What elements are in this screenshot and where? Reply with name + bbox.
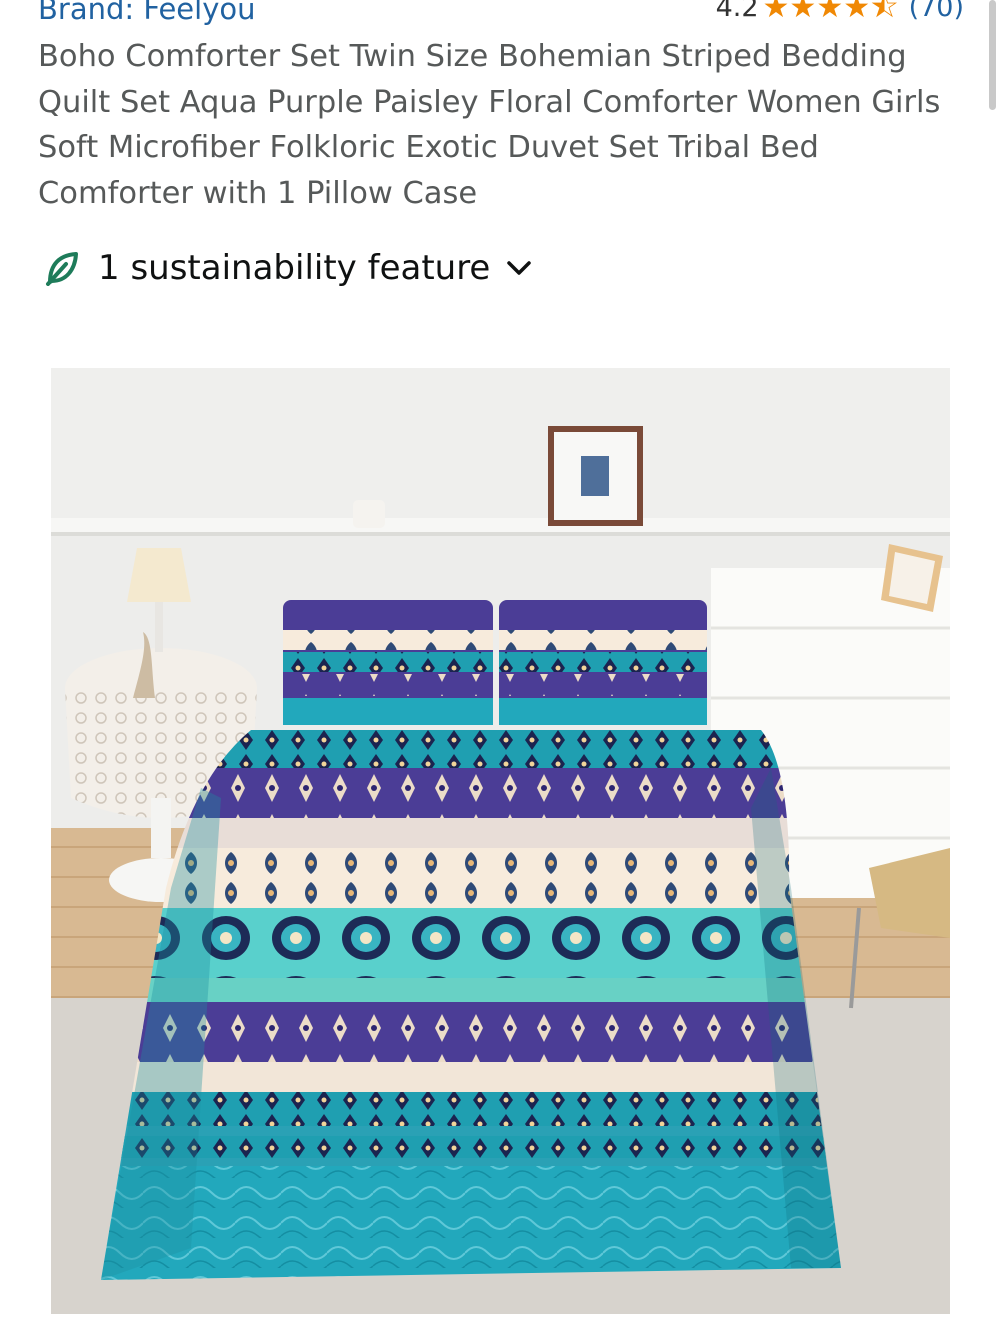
half-star-icon: ⯪ xyxy=(870,0,899,25)
star-icon: ★ xyxy=(762,0,790,25)
brand-rating-row: Brand: Feelyou 4.2 ★ ★ ★ ★ ⯪ (70) xyxy=(38,0,964,32)
star-icon: ★ xyxy=(789,0,817,25)
rating-score: 4.2 xyxy=(715,0,759,23)
chevron-down-icon xyxy=(507,261,532,275)
leaf-icon xyxy=(46,252,78,286)
sustainability-toggle[interactable]: 1 sustainability feature xyxy=(44,248,532,288)
scrollbar[interactable] xyxy=(989,0,996,110)
product-title: Boho Comforter Set Twin Size Bohemian St… xyxy=(38,39,941,211)
rating-stars: ★ ★ ★ ★ ⯪ xyxy=(763,0,899,23)
sustainability-label: 1 sustainability feature xyxy=(98,248,491,288)
star-icon: ★ xyxy=(843,0,871,25)
rating-count-link[interactable]: (70) xyxy=(909,0,964,23)
star-icon: ★ xyxy=(816,0,844,25)
product-image[interactable] xyxy=(51,368,950,1314)
rating[interactable]: 4.2 ★ ★ ★ ★ ⯪ (70) xyxy=(716,0,964,23)
brand-link[interactable]: Brand: Feelyou xyxy=(38,0,256,26)
